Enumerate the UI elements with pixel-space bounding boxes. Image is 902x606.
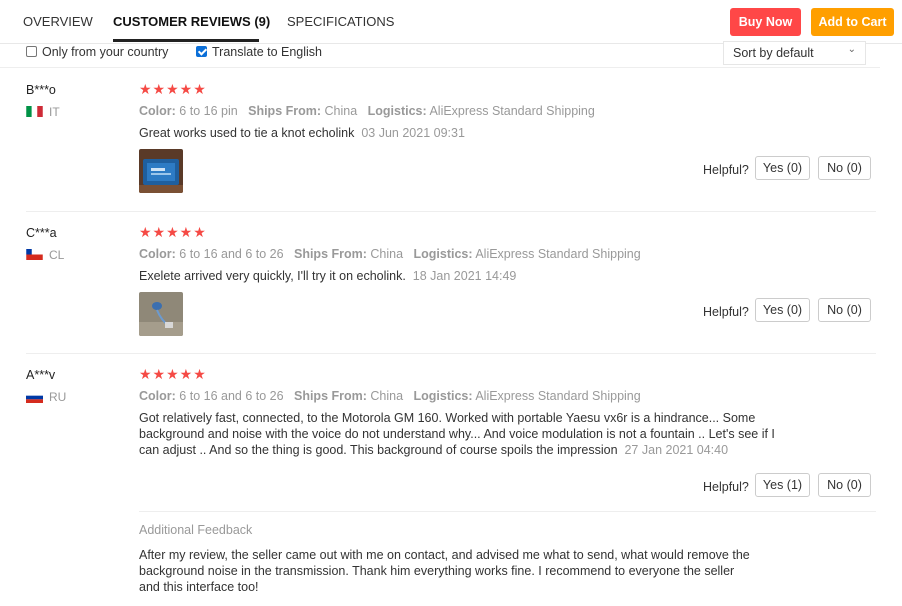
logistics-value: AliExpress Standard Shipping [475, 247, 641, 261]
active-tab-indicator [113, 39, 259, 42]
review-divider [26, 353, 876, 354]
review-meta: Color: 6 to 16 and 6 to 26 Ships From: C… [139, 247, 641, 261]
color-label: Color: [139, 389, 176, 403]
product-tabs-bar: OVERVIEW CUSTOMER REVIEWS (9) SPECIFICAT… [0, 0, 902, 44]
buy-now-button[interactable]: Buy Now [730, 8, 801, 36]
helpful-label: Helpful? [703, 163, 749, 177]
helpful-yes-button[interactable]: Yes (0) [755, 156, 810, 180]
tab-customer-reviews[interactable]: CUSTOMER REVIEWS (9) [113, 14, 270, 29]
chevron-down-icon: ⌄ [847, 44, 856, 55]
ships-from-label: Ships From: [293, 247, 367, 261]
helpful-no-button[interactable]: No (0) [818, 156, 871, 180]
translate-checkbox[interactable] [196, 46, 207, 57]
review-date: 03 Jun 2021 09:31 [361, 126, 465, 140]
review-date: 18 Jan 2021 14:49 [412, 269, 517, 283]
review-meta: Color: 6 to 16 and 6 to 26 Ships From: C… [139, 389, 641, 403]
color-value: 6 to 16 and 6 to 26 [179, 247, 284, 261]
reviewer-country: IT [49, 105, 60, 119]
ships-from-label: Ships From: [293, 389, 367, 403]
logistics-label: Logistics: [367, 104, 427, 118]
logistics-value: AliExpress Standard Shipping [429, 104, 595, 118]
reviewer-name: A***v [26, 368, 56, 382]
review-body: Exelete arrived very quickly, I'll try i… [139, 269, 406, 283]
review-filter-bar: Only from your country Translate to Engl… [0, 41, 880, 68]
flag-cl-icon [26, 249, 43, 260]
review-body-line: can adjust .. And so the thing is good. … [139, 443, 618, 457]
review-photo-thumbnail[interactable] [139, 292, 183, 336]
rating-stars: ★★★★★ [139, 366, 207, 382]
ships-from-value: China [324, 104, 358, 118]
rating-stars: ★★★★★ [139, 81, 207, 97]
helpful-label: Helpful? [703, 305, 749, 319]
tab-overview[interactable]: OVERVIEW [23, 14, 93, 29]
helpful-label: Helpful? [703, 480, 749, 494]
ships-from-value: China [370, 247, 404, 261]
additional-feedback-line: and this interface too! [139, 580, 259, 594]
translate-label[interactable]: Translate to English [212, 45, 322, 59]
flag-ru-icon [26, 392, 43, 403]
review-body-line: Got relatively fast, connected, to the M… [139, 411, 756, 425]
only-country-label[interactable]: Only from your country [42, 45, 168, 59]
review-date: 27 Jan 2021 04:40 [624, 443, 729, 457]
review-divider [26, 211, 876, 212]
additional-feedback-divider [139, 511, 876, 512]
review-text: Got relatively fast, connected, to the M… [139, 410, 779, 458]
logistics-value: AliExpress Standard Shipping [475, 389, 641, 403]
helpful-no-button[interactable]: No (0) [818, 473, 871, 497]
additional-feedback-text: After my review, the seller came out wit… [139, 547, 779, 595]
reviewer-country: RU [49, 390, 67, 404]
color-value: 6 to 16 and 6 to 26 [179, 389, 284, 403]
reviewer-name: B***o [26, 83, 56, 97]
additional-feedback-line: background noise in the transmission. Th… [139, 564, 735, 578]
review-body-line: background and noise with the voice do n… [139, 427, 775, 441]
review-meta: Color: 6 to 16 pin Ships From: China Log… [139, 104, 595, 118]
additional-feedback-line: After my review, the seller came out wit… [139, 548, 750, 562]
helpful-yes-button[interactable]: Yes (1) [755, 473, 810, 497]
rating-stars: ★★★★★ [139, 224, 207, 240]
review-text: Great works used to tie a knot echolink … [139, 125, 779, 141]
color-label: Color: [139, 247, 176, 261]
color-label: Color: [139, 104, 176, 118]
helpful-yes-button[interactable]: Yes (0) [755, 298, 810, 322]
logistics-label: Logistics: [413, 247, 473, 261]
sort-select-value: Sort by default [733, 46, 814, 60]
color-value: 6 to 16 pin [179, 104, 238, 118]
reviewer-country: CL [49, 248, 65, 262]
review-photo-thumbnail[interactable] [139, 149, 183, 193]
helpful-no-button[interactable]: No (0) [818, 298, 871, 322]
ships-from-value: China [370, 389, 404, 403]
review-text: Exelete arrived very quickly, I'll try i… [139, 268, 779, 284]
additional-feedback-title: Additional Feedback [139, 523, 253, 537]
review-body: Great works used to tie a knot echolink [139, 126, 355, 140]
reviewer-name: C***a [26, 226, 57, 240]
sort-select[interactable]: Sort by default ⌄ [723, 41, 866, 65]
flag-it-icon [26, 106, 43, 117]
only-country-checkbox[interactable] [26, 46, 37, 57]
logistics-label: Logistics: [413, 389, 473, 403]
tab-specifications[interactable]: SPECIFICATIONS [287, 14, 394, 29]
ships-from-label: Ships From: [248, 104, 322, 118]
add-to-cart-button[interactable]: Add to Cart [811, 8, 894, 36]
